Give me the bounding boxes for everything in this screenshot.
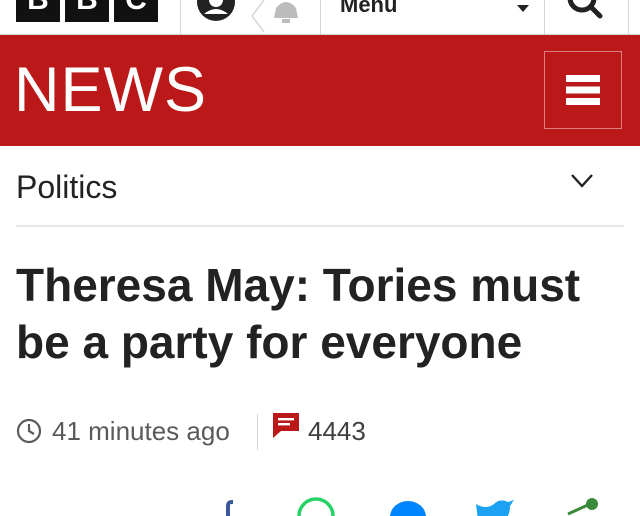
news-title[interactable]: NEWS <box>14 54 207 126</box>
comment-count[interactable]: 4443 <box>308 416 366 447</box>
article-meta: 41 minutes ago 4443 <box>16 410 616 452</box>
timestamp: 41 minutes ago <box>52 416 230 446</box>
search-icon <box>567 0 603 19</box>
search-button[interactable] <box>546 0 628 34</box>
messenger-icon[interactable] <box>388 496 428 516</box>
divider <box>544 0 545 34</box>
logo-block: C <box>114 0 158 22</box>
menu-label: Menu <box>340 0 398 17</box>
bell-icon <box>251 0 298 33</box>
hamburger-icon <box>566 75 600 105</box>
comment-icon[interactable] <box>272 412 300 440</box>
divider <box>180 0 181 34</box>
whatsapp-icon[interactable] <box>296 496 336 516</box>
divider <box>628 0 629 34</box>
account-icon <box>197 0 235 21</box>
top-bar: B B C Menu <box>0 0 640 35</box>
bbc-logo[interactable]: B B C <box>16 0 158 22</box>
divider <box>320 0 321 34</box>
twitter-icon[interactable] <box>474 496 516 516</box>
caret-down-icon <box>517 5 529 12</box>
menu-dropdown-button[interactable]: Menu <box>322 0 544 34</box>
news-banner: NEWS <box>0 35 640 146</box>
article-headline: Theresa May: Tories must be a party for … <box>16 259 581 368</box>
account-button[interactable] <box>186 0 246 34</box>
notifications-button[interactable] <box>251 0 318 34</box>
share-icon[interactable] <box>562 496 602 516</box>
logo-block: B <box>16 0 60 22</box>
section-navigation[interactable]: Politics <box>16 147 624 227</box>
divider <box>257 414 258 450</box>
share-tools <box>0 496 640 516</box>
nav-menu-button[interactable] <box>544 51 622 129</box>
chevron-down-icon[interactable] <box>570 173 594 189</box>
logo-block: B <box>65 0 109 22</box>
section-label: Politics <box>16 169 118 205</box>
facebook-icon[interactable] <box>218 496 238 516</box>
clock-icon <box>16 418 42 444</box>
